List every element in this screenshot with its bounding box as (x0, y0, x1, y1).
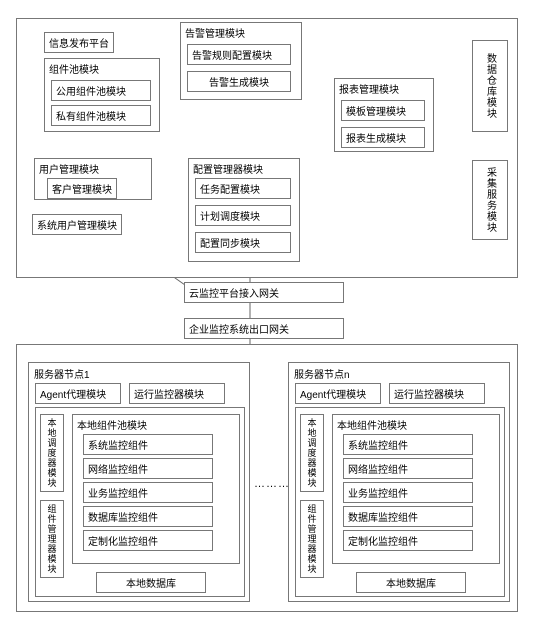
public-component-pool: 公用组件池模块 (51, 80, 151, 101)
label: 数据仓库模块 (483, 53, 498, 119)
label: 网络监控组件 (88, 465, 148, 476)
cloud-gateway: 云监控平台接入网关 (184, 282, 344, 303)
label: 业务监控组件 (348, 489, 408, 500)
config-sync: 配置同步模块 (195, 232, 291, 253)
label: 系统监控组件 (348, 441, 408, 452)
title: 配置管理器模块 (189, 159, 299, 178)
title: 本地组件池模块 (333, 415, 499, 434)
title: 用户管理模块 (35, 159, 151, 178)
label: 告警生成模块 (209, 78, 269, 89)
title: 报表管理模块 (335, 79, 433, 98)
title: 告警管理模块 (181, 23, 301, 42)
db-monitor-comp: 数据库监控组件 (83, 506, 213, 527)
label: 组件管理器模块 (46, 504, 59, 574)
biz-monitor-comp-n: 业务监控组件 (343, 482, 473, 503)
private-component-pool: 私有组件池模块 (51, 105, 151, 126)
server-node-n: 服务器节点n Agent代理模块 运行监控器模块 本地调度器模块 组件管理器模块… (288, 362, 510, 602)
agent-proxy-module: Agent代理模块 (35, 383, 121, 404)
server1-inner: 本地调度器模块 组件管理器模块 本地组件池模块 系统监控组件 网络监控组件 业务… (35, 407, 245, 597)
local-scheduler-module: 本地调度器模块 (40, 414, 64, 492)
label: 配置同步模块 (200, 239, 260, 250)
sys-user-mgmt-module: 系统用户管理模块 (32, 214, 122, 235)
enterprise-gateway: 企业监控系统出口网关 (184, 318, 344, 339)
local-component-pool: 本地组件池模块 系统监控组件 网络监控组件 业务监控组件 数据库监控组件 定制化… (72, 414, 240, 564)
servern-inner: 本地调度器模块 组件管理器模块 本地组件池模块 系统监控组件 网络监控组件 业务… (295, 407, 505, 597)
label: 报表生成模块 (346, 134, 406, 145)
report-gen: 报表生成模块 (341, 127, 425, 148)
report-mgmt-module: 报表管理模块 模板管理模块 报表生成模块 (334, 78, 434, 152)
custom-monitor-comp: 定制化监控组件 (83, 530, 213, 551)
server-node-1: 服务器节点1 Agent代理模块 运行监控器模块 本地调度器模块 组件管理器模块… (28, 362, 250, 602)
run-monitor-module-n: 运行监控器模块 (389, 383, 485, 404)
label: 数据库监控组件 (348, 513, 418, 524)
label: 信息发布平台 (49, 39, 109, 50)
component-manager-module-n: 组件管理器模块 (300, 500, 324, 578)
db-monitor-comp-n: 数据库监控组件 (343, 506, 473, 527)
plan-schedule: 计划调度模块 (195, 205, 291, 226)
task-config: 任务配置模块 (195, 178, 291, 199)
label: 运行监控器模块 (394, 390, 464, 401)
label: 模板管理模块 (346, 107, 406, 118)
customer-mgmt-module: 客户管理模块 (47, 178, 117, 199)
label: 私有组件池模块 (56, 112, 126, 123)
user-mgmt-module: 用户管理模块 客户管理模块 (34, 158, 152, 200)
local-scheduler-module-n: 本地调度器模块 (300, 414, 324, 492)
label: 计划调度模块 (200, 212, 260, 223)
label: 本地调度器模块 (306, 418, 319, 488)
title: 服务器节点n (289, 363, 509, 384)
label: 业务监控组件 (88, 489, 148, 500)
label: 数据库监控组件 (88, 513, 158, 524)
label: 任务配置模块 (200, 185, 260, 196)
label: Agent代理模块 (40, 390, 106, 401)
collect-service-module: 采集服务模块 (472, 160, 508, 240)
label: 告警规则配置模块 (192, 51, 272, 62)
alarm-mgmt-module: 告警管理模块 告警规则配置模块 告警生成模块 (180, 22, 302, 100)
agent-proxy-module-n: Agent代理模块 (295, 383, 381, 404)
label: 公用组件池模块 (56, 87, 126, 98)
local-database: 本地数据库 (96, 572, 206, 593)
report-template-mgmt: 模板管理模块 (341, 100, 425, 121)
custom-monitor-comp-n: 定制化监控组件 (343, 530, 473, 551)
label: Agent代理模块 (300, 390, 366, 401)
label: 系统监控组件 (88, 441, 148, 452)
label: 本地数据库 (386, 579, 436, 590)
sys-monitor-comp-n: 系统监控组件 (343, 434, 473, 455)
label: 企业监控系统出口网关 (189, 325, 289, 336)
net-monitor-comp: 网络监控组件 (83, 458, 213, 479)
title: 服务器节点1 (29, 363, 249, 384)
label: 运行监控器模块 (134, 390, 204, 401)
local-database-n: 本地数据库 (356, 572, 466, 593)
info-publish-platform: 信息发布平台 (44, 32, 114, 53)
label: 定制化监控组件 (348, 537, 418, 548)
label: 网络监控组件 (348, 465, 408, 476)
label: 客户管理模块 (52, 185, 112, 196)
label: 云监控平台接入网关 (189, 289, 279, 300)
label: 本地数据库 (126, 579, 176, 590)
label: 本地调度器模块 (46, 418, 59, 488)
component-pool-module: 组件池模块 公用组件池模块 私有组件池模块 (44, 58, 160, 132)
label: 定制化监控组件 (88, 537, 158, 548)
component-manager-module: 组件管理器模块 (40, 500, 64, 578)
title: 本地组件池模块 (73, 415, 239, 434)
config-manager-module: 配置管理器模块 任务配置模块 计划调度模块 配置同步模块 (188, 158, 300, 262)
local-component-pool-n: 本地组件池模块 系统监控组件 网络监控组件 业务监控组件 数据库监控组件 定制化… (332, 414, 500, 564)
sys-monitor-comp: 系统监控组件 (83, 434, 213, 455)
label: 采集服务模块 (483, 167, 498, 233)
label: 组件管理器模块 (306, 504, 319, 574)
alarm-gen: 告警生成模块 (187, 71, 291, 92)
title: 组件池模块 (45, 59, 159, 78)
run-monitor-module: 运行监控器模块 (129, 383, 225, 404)
label: 系统用户管理模块 (37, 221, 117, 232)
biz-monitor-comp: 业务监控组件 (83, 482, 213, 503)
alarm-rule-config: 告警规则配置模块 (187, 44, 291, 65)
net-monitor-comp-n: 网络监控组件 (343, 458, 473, 479)
data-warehouse-module: 数据仓库模块 (472, 40, 508, 132)
